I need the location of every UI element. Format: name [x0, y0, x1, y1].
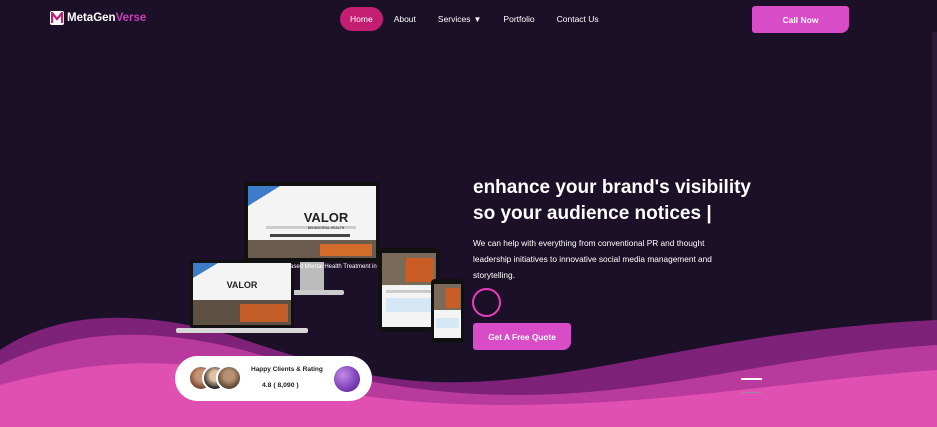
m-logo-icon: [50, 11, 64, 25]
brand-name-primary: MetaGen: [67, 12, 116, 24]
client-avatars: [188, 365, 248, 393]
rating-value: 4.8 ( 8,090 ): [262, 382, 299, 389]
phone: [431, 279, 464, 343]
rating-title: Happy Clients & Rating: [251, 366, 323, 373]
nav-about[interactable]: About: [383, 7, 427, 31]
hero-headline: enhance your brand's visibility so your …: [473, 175, 751, 227]
slider-line-active[interactable]: [741, 378, 762, 380]
brand-logo[interactable]: MetaGen Verse: [50, 11, 146, 25]
nav-contact[interactable]: Contact Us: [546, 7, 610, 31]
laptop: [176, 260, 308, 333]
nav-portfolio[interactable]: Portfolio: [492, 7, 545, 31]
rating-card: Happy Clients & Rating 4.8 ( 8,090 ): [175, 356, 372, 401]
slider-line-inactive[interactable]: [741, 392, 762, 393]
rating-orb-icon: [334, 366, 360, 392]
tablet: [378, 248, 440, 332]
mockup-laptop-brand-text: VALOR: [227, 280, 258, 290]
caret-down-icon: ▼: [473, 15, 482, 24]
decorative-ring-icon: [472, 288, 501, 317]
mockup-banner-text: ased Mental Health Treatment in: [290, 264, 377, 270]
main-nav: Home About Services ▼ Portfolio Contact U…: [340, 7, 610, 31]
call-now-button[interactable]: Call Now: [752, 6, 849, 33]
hero-headline-line2: so your audience notices |: [473, 203, 712, 224]
nav-home[interactable]: Home: [340, 7, 383, 31]
mockup-brand-text: VALOR: [304, 210, 349, 225]
hero-headline-line1: enhance your brand's visibility: [473, 177, 751, 198]
mockup-tagline-text: BEHAVIORAL HEALTH: [308, 226, 345, 230]
nav-services[interactable]: Services ▼: [427, 7, 493, 31]
avatar: [216, 365, 242, 391]
nav-services-label: Services: [437, 14, 471, 24]
brand-name-secondary: Verse: [115, 12, 147, 24]
hero-subtext: We can help with everything from convent…: [473, 238, 712, 280]
get-free-quote-button[interactable]: Get A Free Quote: [473, 323, 571, 350]
responsive-devices-mockup: VALOR BEHAVIORAL HEALTH VALOR ased Menta…: [176, 182, 464, 343]
